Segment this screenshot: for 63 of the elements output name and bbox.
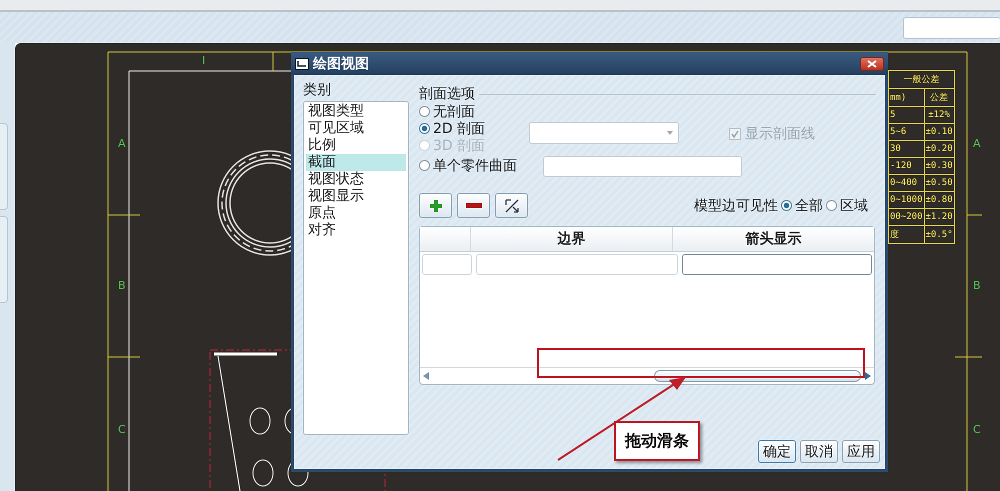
zone-label: B (973, 279, 981, 292)
zone-label: C (973, 423, 981, 436)
dropdown-caret-icon (667, 131, 673, 135)
column-header: 公差 (924, 88, 954, 106)
close-icon (867, 60, 877, 68)
table-cell: ±1.20 (924, 208, 954, 226)
table-title: 一般公差 (888, 70, 954, 88)
callout-note: 拖动滑条 (614, 421, 700, 461)
category-item[interactable]: 对齐 (306, 222, 406, 239)
flip-button[interactable] (495, 193, 528, 218)
category-item[interactable]: 截面 (306, 154, 406, 171)
table-cell: ±0.80 (924, 192, 954, 208)
zone-label: B (118, 279, 126, 292)
zone-label: A (973, 137, 981, 150)
column-header: 箭头显示 (672, 227, 874, 251)
table-cell: ±0.5° (924, 226, 954, 244)
window-icon (295, 58, 309, 70)
remove-button[interactable] (457, 193, 490, 218)
table-cell: ±0.10 (924, 124, 954, 140)
close-button[interactable] (860, 56, 884, 70)
dialog-button[interactable]: 确定 (758, 440, 796, 463)
side-panel-tab[interactable] (0, 123, 8, 210)
radio-button[interactable] (781, 200, 792, 211)
category-item[interactable]: 原点 (306, 205, 406, 222)
edge-visibility-label: 模型边可见性 (694, 196, 778, 214)
group-label: 剖面选项 (419, 85, 475, 103)
category-label: 类别 (303, 81, 332, 99)
column-header: 边界 (470, 227, 672, 251)
table-cell: ±0.30 (924, 158, 954, 174)
radio-button[interactable] (419, 160, 430, 171)
table-cell: ±12% (924, 106, 954, 124)
category-item[interactable]: 视图显示 (306, 188, 406, 205)
search-field[interactable] (903, 16, 1000, 38)
table-cell: ±0.50 (924, 174, 954, 192)
window-title: 绘图视图 (313, 54, 370, 72)
table-cell-field[interactable] (682, 254, 872, 275)
category-item[interactable]: 比例 (306, 137, 406, 154)
category-item[interactable]: 视图类型 (306, 103, 406, 120)
surface-field[interactable] (543, 156, 742, 177)
plus-icon (430, 200, 442, 212)
radio-button[interactable] (826, 200, 837, 211)
radio-option[interactable]: 全部 (781, 197, 823, 214)
section-dropdown[interactable] (529, 122, 679, 144)
add-button[interactable] (419, 193, 452, 218)
radio-option[interactable]: 单个零件曲面 (419, 157, 529, 174)
table-cell: ±0.20 (924, 140, 954, 158)
category-item[interactable]: 可见区域 (306, 120, 406, 137)
minus-icon (466, 203, 482, 208)
dialog-button[interactable]: 应用 (842, 440, 880, 463)
dialog-button[interactable]: 取消 (800, 440, 838, 463)
flip-arrows-icon (504, 198, 520, 214)
side-panel-tab[interactable] (0, 216, 8, 303)
radio-button[interactable] (419, 123, 430, 134)
scroll-right-icon[interactable] (865, 372, 871, 380)
radio-option[interactable]: 区域 (826, 197, 868, 214)
radio-option[interactable]: 无剖面 (419, 103, 529, 120)
category-item[interactable]: 视图状态 (306, 171, 406, 188)
zone-label: A (118, 137, 126, 150)
radio-option[interactable]: 2D 剖面 (419, 120, 529, 137)
radio-button[interactable] (419, 106, 430, 117)
zone-label: I (202, 54, 206, 67)
zone-label: C (118, 423, 126, 436)
scroll-left-icon[interactable] (423, 372, 429, 380)
